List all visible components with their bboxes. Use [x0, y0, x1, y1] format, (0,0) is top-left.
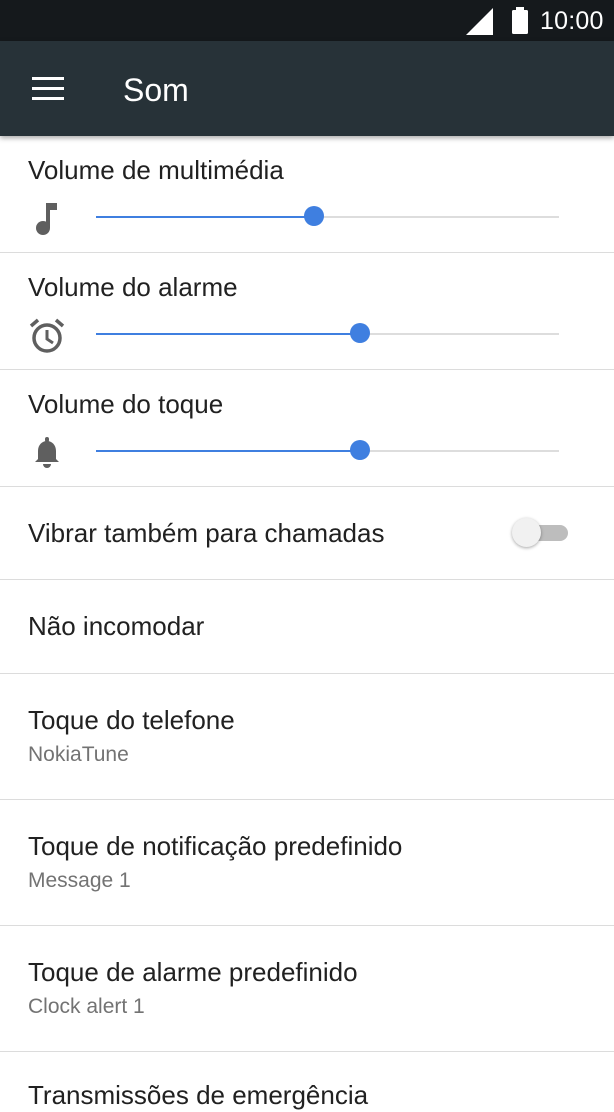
alarm-sound-row[interactable]: Toque de alarme predefinido Clock alert … — [0, 926, 614, 1052]
notification-sound-row[interactable]: Toque de notificação predefinido Message… — [0, 800, 614, 926]
slider-fill — [96, 216, 314, 218]
notification-sound-value: Message 1 — [28, 869, 131, 892]
notification-sound-label: Toque de notificação predefinido — [28, 831, 403, 861]
media-volume-label: Volume de multimédia — [28, 155, 284, 185]
hamburger-menu-icon[interactable] — [22, 67, 74, 111]
ring-volume-slider[interactable] — [96, 440, 559, 462]
media-volume-slider[interactable] — [96, 206, 559, 228]
cell-signal-icon — [466, 8, 493, 35]
alarm-sound-label: Toque de alarme predefinido — [28, 957, 358, 987]
status-time: 10:00 — [540, 7, 604, 35]
settings-list: Volume de multimédia Volume do alarme Vo… — [0, 136, 614, 1112]
media-volume-row: Volume de multimédia — [0, 136, 614, 253]
do-not-disturb-label: Não incomodar — [28, 611, 205, 641]
bell-icon — [35, 437, 59, 468]
alarm-sound-value: Clock alert 1 — [28, 995, 145, 1018]
phone-ringtone-row[interactable]: Toque do telefone NokiaTune — [0, 674, 614, 800]
emergency-broadcasts-label: Transmissões de emergência — [28, 1080, 369, 1110]
phone-ringtone-label: Toque do telefone — [28, 705, 235, 735]
vibrate-for-calls-row[interactable]: Vibrar também para chamadas — [0, 487, 614, 580]
alarm-volume-slider[interactable] — [96, 323, 559, 345]
slider-thumb[interactable] — [349, 440, 370, 460]
slider-fill — [96, 333, 360, 335]
alarm-volume-label: Volume do alarme — [28, 272, 238, 302]
toggle-knob — [512, 518, 541, 547]
do-not-disturb-row[interactable]: Não incomodar — [0, 580, 614, 674]
emergency-broadcasts-row[interactable]: Transmissões de emergência — [0, 1052, 614, 1112]
music-note-icon — [36, 203, 57, 235]
alarm-volume-row: Volume do alarme — [0, 253, 614, 370]
ring-volume-label: Volume do toque — [28, 389, 224, 419]
status-bar: 10:00 — [0, 0, 614, 41]
slider-thumb[interactable] — [349, 323, 370, 343]
slider-fill — [96, 450, 360, 452]
phone-ringtone-value: NokiaTune — [28, 743, 129, 766]
app-bar: Som — [0, 41, 614, 136]
alarm-clock-icon — [29, 318, 65, 353]
vibrate-for-calls-label: Vibrar também para chamadas — [28, 518, 385, 548]
battery-icon — [512, 7, 528, 34]
slider-thumb[interactable] — [303, 206, 324, 226]
page-title: Som — [123, 72, 189, 108]
vibrate-toggle[interactable] — [512, 518, 568, 548]
ring-volume-row: Volume do toque — [0, 370, 614, 487]
